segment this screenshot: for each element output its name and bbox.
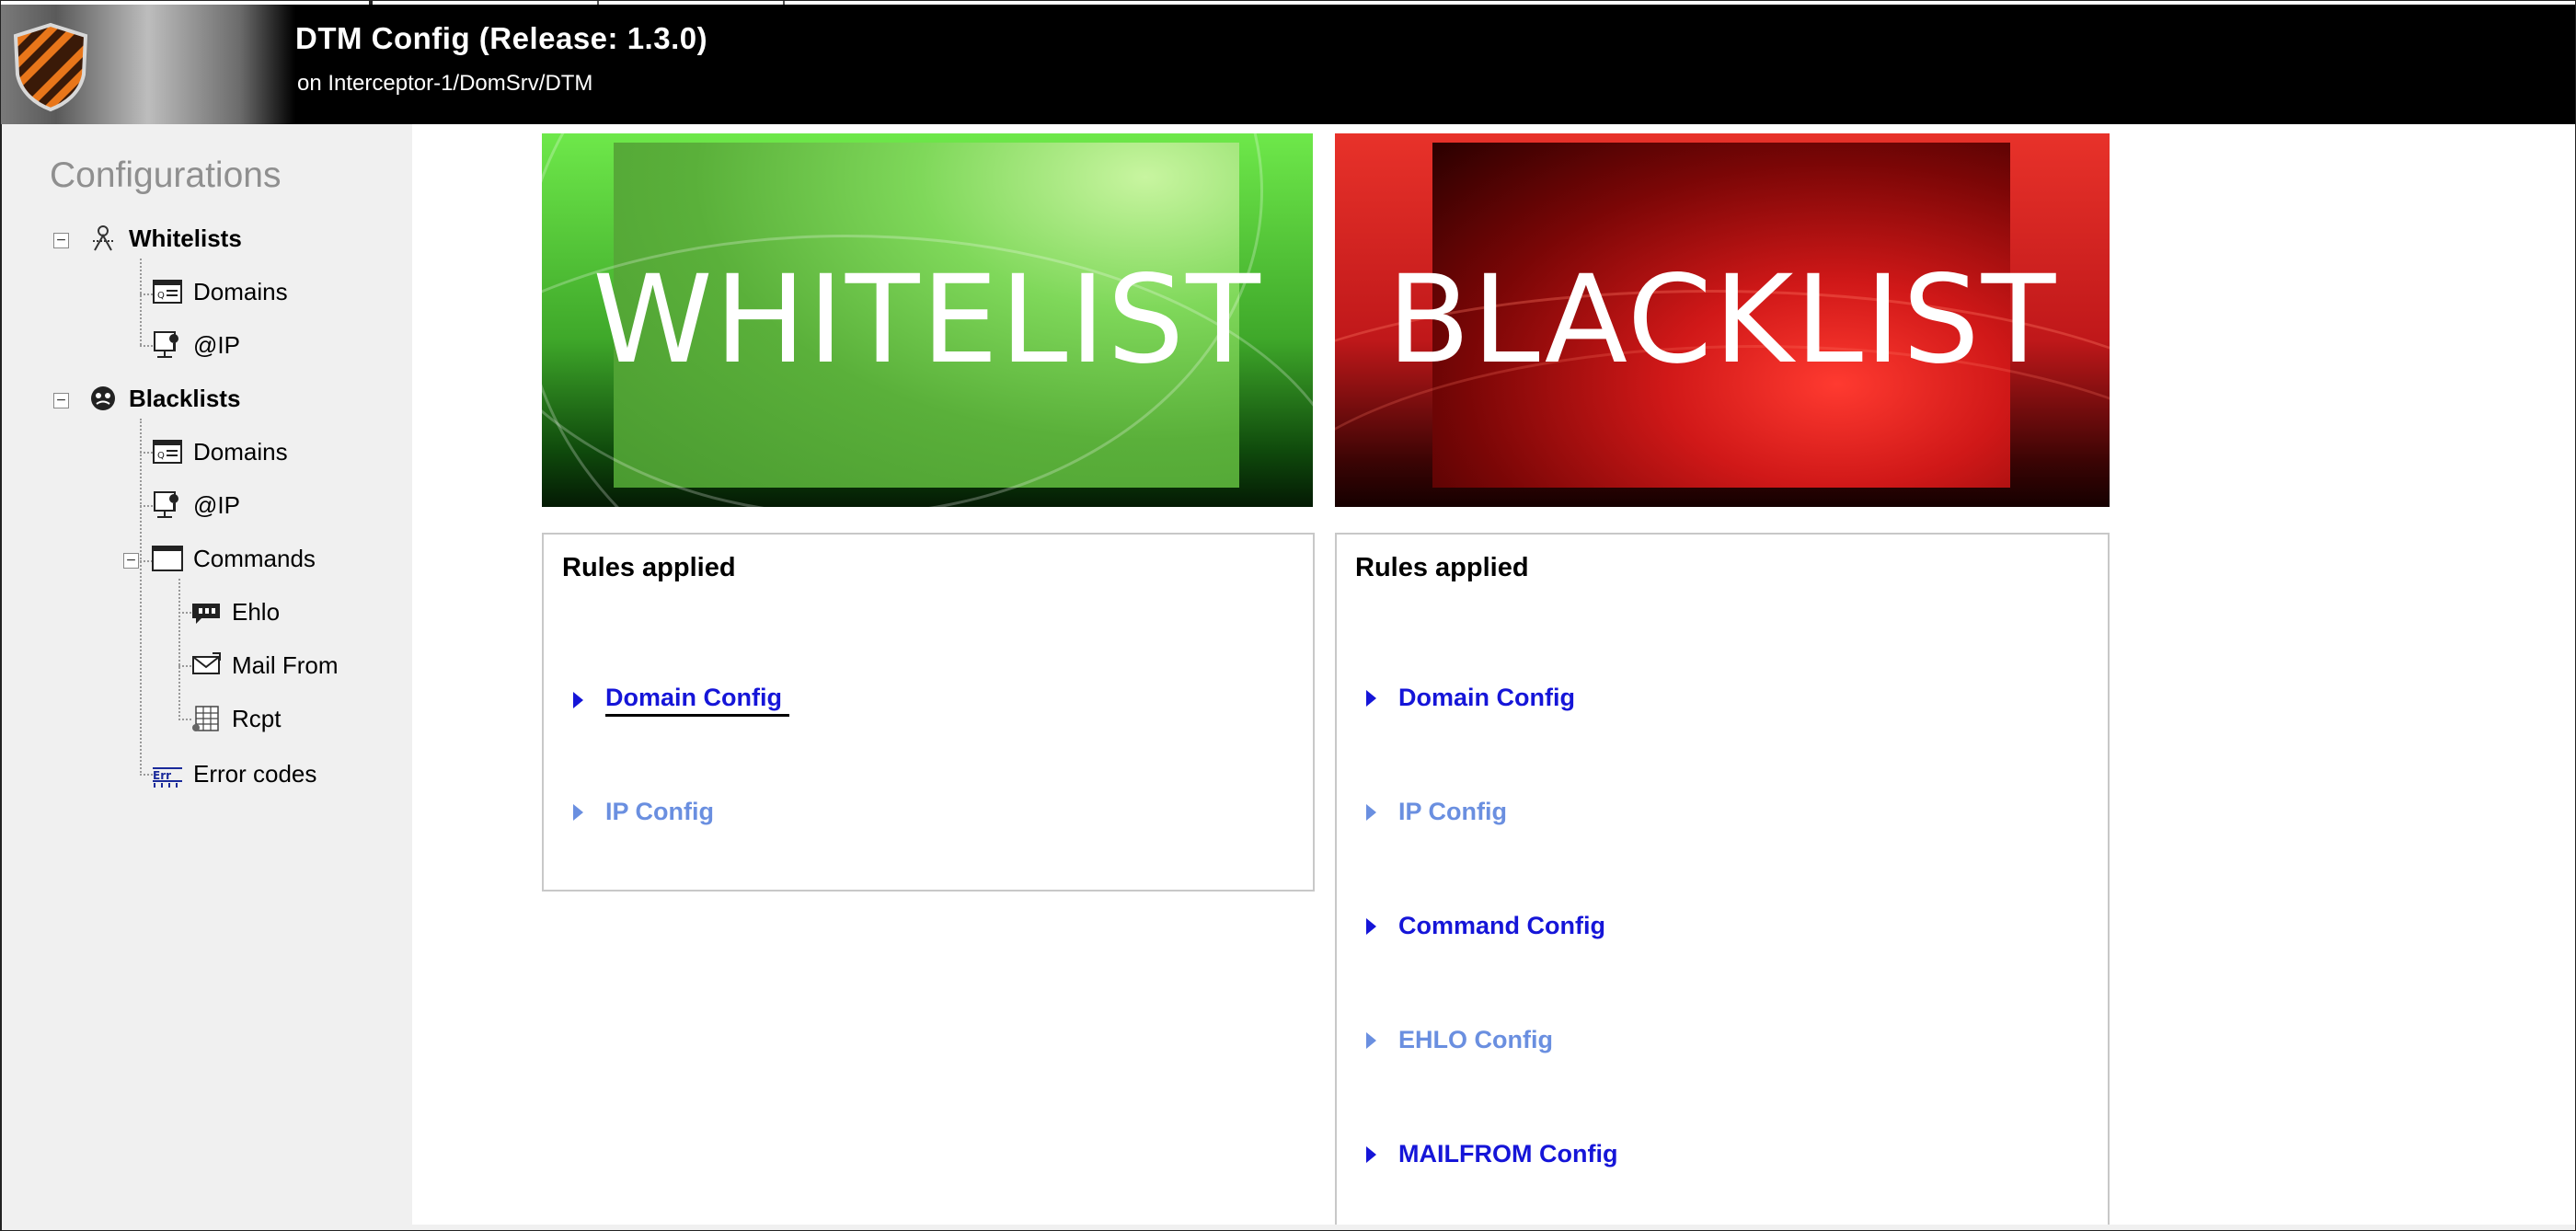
link-label: Domain Config — [1398, 684, 1575, 711]
tree-line — [178, 579, 180, 720]
whitelist-rules-panel: Rules applied Domain Config IP Config — [542, 533, 1315, 892]
arrow-right-icon — [1366, 1145, 1376, 1163]
tree-item-label: Whitelists — [129, 224, 242, 252]
sidebar-title: Configurations — [50, 155, 282, 195]
shield-logo-icon — [13, 23, 88, 111]
tree-item-error-codes[interactable]: Err Error codes — [151, 754, 316, 794]
whitelists-collapse-toggle[interactable]: − — [53, 233, 69, 248]
whitelist-ip-config-link[interactable]: IP Config — [573, 798, 714, 826]
whitelist-banner: WHITELIST — [542, 133, 1313, 507]
link-label: MAILFROM Config — [1398, 1140, 1618, 1168]
svg-text:Q: Q — [157, 451, 165, 461]
tree-item-whitelist-domains[interactable]: Q Domains — [151, 271, 288, 312]
domain-icon: Q — [151, 435, 184, 468]
ip-icon — [151, 489, 184, 522]
blacklist-icon — [86, 382, 120, 415]
link-label: EHLO Config — [1398, 1026, 1553, 1053]
app-window: DTM Config (Release: 1.3.0) on Intercept… — [0, 0, 2576, 1231]
mail-icon — [190, 649, 223, 682]
tree-item-blacklists[interactable]: Blacklists — [86, 378, 240, 419]
tree-item-whitelist-ip[interactable]: @IP — [151, 325, 240, 365]
sidebar: Configurations − Whitelists Q Domains @I… — [1, 124, 412, 1230]
tree-item-blacklist-domains[interactable]: Q Domains — [151, 431, 288, 472]
whitelist-domain-config-link[interactable]: Domain Config — [573, 684, 789, 717]
app-title: DTM Config (Release: 1.3.0) — [295, 21, 708, 55]
rcpt-icon — [190, 702, 223, 735]
arrow-right-icon — [1366, 803, 1376, 821]
link-label: Domain Config — [605, 684, 789, 717]
arrow-right-icon — [573, 692, 583, 708]
tree-line — [140, 259, 142, 345]
whitelist-icon — [86, 222, 120, 255]
link-label: Command Config — [1398, 912, 1605, 939]
tree-item-label: Blacklists — [129, 384, 241, 412]
commands-collapse-toggle[interactable]: − — [123, 553, 139, 569]
tree-item-blacklist-ip[interactable]: @IP — [151, 485, 240, 525]
link-label: IP Config — [605, 798, 714, 825]
blacklist-domain-config-link[interactable]: Domain Config — [1366, 684, 1575, 712]
tree-item-label: Rcpt — [232, 704, 282, 732]
tree-item-whitelists[interactable]: Whitelists — [86, 218, 242, 259]
arrow-right-icon — [573, 803, 583, 821]
error-codes-icon: Err — [151, 757, 184, 790]
tree-item-ehlo[interactable]: Ehlo — [190, 592, 280, 632]
tree-item-label: Mail From — [232, 650, 339, 679]
blacklist-mailfrom-config-link[interactable]: MAILFROM Config — [1366, 1140, 1617, 1168]
tree-item-label: @IP — [193, 490, 240, 519]
status-strip — [411, 1225, 2575, 1230]
svg-text:Q: Q — [157, 291, 165, 301]
blacklist-command-config-link[interactable]: Command Config — [1366, 912, 1605, 940]
arrow-right-icon — [1366, 917, 1376, 935]
ip-icon — [151, 328, 184, 362]
arrow-right-icon — [1366, 1031, 1376, 1049]
whitelist-banner-text: WHITELIST — [592, 249, 1262, 391]
window-icon — [151, 542, 184, 575]
blacklist-banner-text: BLACKLIST — [1386, 249, 2058, 391]
tree-item-label: @IP — [193, 330, 240, 359]
app-subtitle: on Interceptor-1/DomSrv/DTM — [297, 71, 593, 96]
tree-item-label: Domains — [193, 437, 288, 466]
svg-text:Err: Err — [153, 769, 171, 782]
ehlo-icon — [190, 595, 223, 628]
domain-icon: Q — [151, 275, 184, 308]
tree-item-label: Error codes — [193, 759, 317, 788]
blacklists-collapse-toggle[interactable]: − — [53, 393, 69, 408]
arrow-right-icon — [1366, 689, 1376, 707]
tree-item-mail-from[interactable]: Mail From — [190, 645, 339, 685]
blacklist-banner: BLACKLIST — [1335, 133, 2110, 507]
app-header: DTM Config (Release: 1.3.0) on Intercept… — [1, 5, 2575, 124]
tree-item-label: Ehlo — [232, 597, 281, 626]
blacklist-ip-config-link[interactable]: IP Config — [1366, 798, 1507, 826]
panel-title: Rules applied — [1355, 553, 1529, 582]
panel-title: Rules applied — [562, 553, 736, 582]
tree-item-label: Commands — [193, 544, 316, 572]
blacklist-rules-panel: Rules applied Domain Config IP Config Co… — [1335, 533, 2110, 1230]
tree-line — [140, 419, 142, 776]
link-label: IP Config — [1398, 798, 1507, 825]
tree-item-commands[interactable]: Commands — [151, 538, 316, 579]
tree-item-rcpt[interactable]: Rcpt — [190, 698, 281, 739]
tree-item-label: Domains — [193, 277, 288, 305]
blacklist-ehlo-config-link[interactable]: EHLO Config — [1366, 1026, 1553, 1054]
